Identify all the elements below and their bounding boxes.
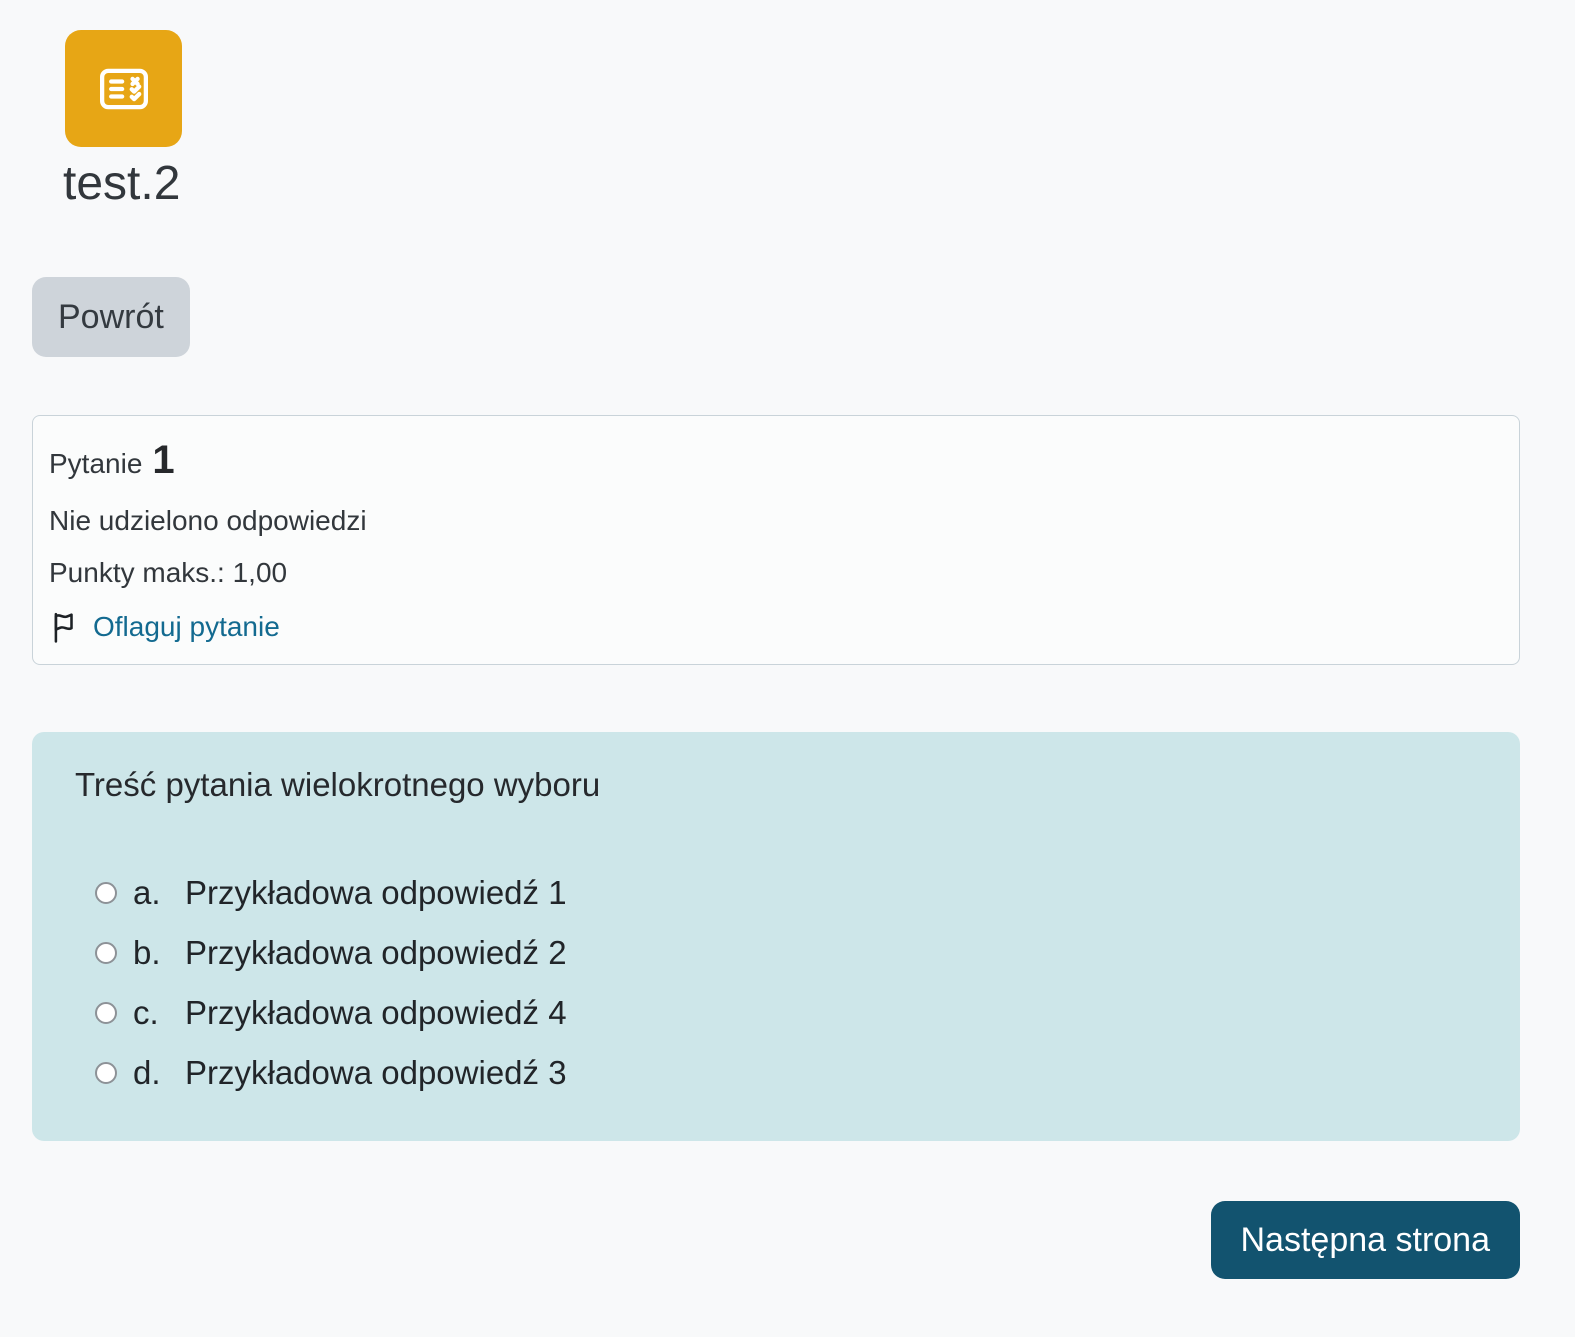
question-status: Nie udzielono odpowiedzi: [49, 505, 367, 536]
option-text[interactable]: Przykładowa odpowiedź 3: [185, 1054, 567, 1092]
quiz-activity-icon: [65, 30, 182, 147]
flag-question-row[interactable]: Oflaguj pytanie: [49, 609, 280, 645]
question-max-marks: Punkty maks.: 1,00: [49, 557, 288, 588]
answer-option-d: d. Przykładowa odpowiedź 3: [95, 1051, 1478, 1094]
question-number-row: Pytanie 1: [49, 438, 1503, 483]
question-number: 1: [152, 438, 175, 482]
question-content-box: Treść pytania wielokrotnego wyboru a. Pr…: [32, 732, 1520, 1141]
navigation-row: Następna strona: [32, 1201, 1520, 1279]
page-container: test.2 Powrót Pytanie 1 Nie udzielono od…: [32, 30, 1520, 1279]
option-letter: b.: [133, 933, 161, 971]
option-letter: d.: [133, 1053, 161, 1091]
answer-option-c: c. Przykładowa odpowiedź 4: [95, 991, 1478, 1034]
flag-question-link[interactable]: Oflaguj pytanie: [93, 611, 280, 643]
back-button[interactable]: Powrót: [32, 277, 190, 357]
answer-option-a: a. Przykładowa odpowiedź 1: [95, 871, 1478, 914]
option-letter: a.: [133, 873, 161, 911]
answer-options: a. Przykładowa odpowiedź 1 b. Przykładow…: [95, 871, 1478, 1094]
question-info-box: Pytanie 1 Nie udzielono odpowiedzi Punkt…: [32, 415, 1520, 665]
answer-radio-a[interactable]: [95, 881, 117, 904]
quiz-checklist-icon: [99, 68, 148, 109]
answer-radio-c[interactable]: [95, 1001, 117, 1024]
page-title: test.2: [63, 157, 181, 210]
next-page-button[interactable]: Następna strona: [1210, 1201, 1520, 1279]
answer-option-b: b. Przykładowa odpowiedź 2: [95, 931, 1478, 974]
answer-radio-b[interactable]: [95, 941, 117, 964]
option-text[interactable]: Przykładowa odpowiedź 2: [185, 934, 567, 972]
option-text[interactable]: Przykładowa odpowiedź 4: [185, 994, 567, 1032]
answer-radio-d[interactable]: [95, 1061, 117, 1084]
option-text[interactable]: Przykładowa odpowiedź 1: [185, 874, 567, 912]
question-text: Treść pytania wielokrotnego wyboru: [75, 766, 601, 803]
flag-icon: [54, 612, 73, 643]
option-letter: c.: [133, 993, 159, 1031]
question-label: Pytanie: [49, 448, 143, 479]
